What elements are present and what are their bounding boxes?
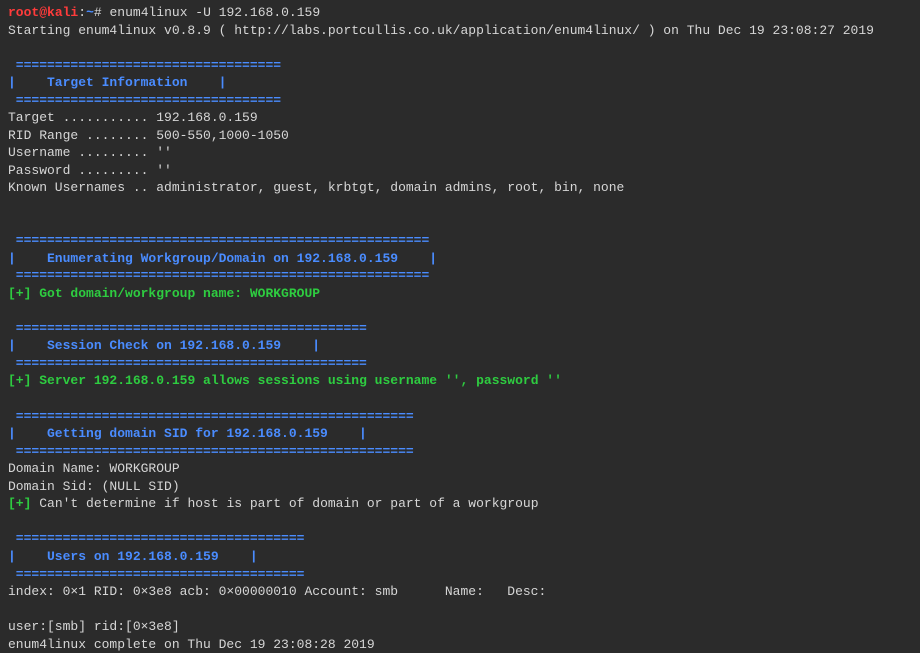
workgroup-result-text: Got domain/workgroup name: WORKGROUP [39, 286, 320, 301]
session-section-title: | Session Check on 192.168.0.159 | [8, 337, 912, 355]
users-border-top: ===================================== [8, 530, 912, 548]
target-border-top: ================================== [8, 57, 912, 75]
users-section-title: | Users on 192.168.0.159 | [8, 548, 912, 566]
prompt-colon: : [78, 5, 86, 20]
workgroup-section-title: | Enumerating Workgroup/Domain on 192.16… [8, 250, 912, 268]
blank-line [8, 390, 912, 408]
blank-line [8, 302, 912, 320]
username-value: Username ......... '' [8, 144, 912, 162]
prompt-user: root [8, 5, 39, 20]
command-text: enum4linux -U 192.168.0.159 [102, 5, 320, 20]
rid-range-value: RID Range ........ 500-550,1000-1050 [8, 127, 912, 145]
session-result-text: Server 192.168.0.159 allows sessions usi… [39, 373, 562, 388]
blank-line [8, 601, 912, 619]
sid-section-title: | Getting domain SID for 192.168.0.159 | [8, 425, 912, 443]
prompt-host: kali [47, 5, 78, 20]
session-border-bottom: ========================================… [8, 355, 912, 373]
sid-border-top: ========================================… [8, 408, 912, 426]
domain-name-value: Domain Name: WORKGROUP [8, 460, 912, 478]
target-section-title: | Target Information | [8, 74, 912, 92]
password-value: Password ......... '' [8, 162, 912, 180]
plus-indicator: [+] [8, 373, 39, 388]
blank-line [8, 39, 912, 57]
known-usernames-value: Known Usernames .. administrator, guest,… [8, 179, 912, 197]
workgroup-result: [+] Got domain/workgroup name: WORKGROUP [8, 285, 912, 303]
sid-result-text: Can't determine if host is part of domai… [39, 496, 538, 511]
prompt-tilde: ~ [86, 5, 94, 20]
start-banner: Starting enum4linux v0.8.9 ( http://labs… [8, 22, 912, 40]
domain-sid-value: Domain Sid: (NULL SID) [8, 478, 912, 496]
prompt-at: @ [39, 5, 47, 20]
complete-banner: enum4linux complete on Thu Dec 19 23:08:… [8, 636, 912, 653]
blank-line [8, 197, 912, 215]
plus-indicator: [+] [8, 496, 39, 511]
prompt-line[interactable]: root@kali:~# enum4linux -U 192.168.0.159 [8, 4, 912, 22]
session-result: [+] Server 192.168.0.159 allows sessions… [8, 372, 912, 390]
session-border-top: ========================================… [8, 320, 912, 338]
target-value: Target ........... 192.168.0.159 [8, 109, 912, 127]
users-border-bottom: ===================================== [8, 566, 912, 584]
blank-line [8, 215, 912, 233]
users-user-line: user:[smb] rid:[0×3e8] [8, 618, 912, 636]
target-border-bottom: ================================== [8, 92, 912, 110]
sid-result: [+] Can't determine if host is part of d… [8, 495, 912, 513]
plus-indicator: [+] [8, 286, 39, 301]
workgroup-border-top: ========================================… [8, 232, 912, 250]
sid-border-bottom: ========================================… [8, 443, 912, 461]
prompt-hash: # [94, 5, 102, 20]
blank-line [8, 513, 912, 531]
workgroup-border-bottom: ========================================… [8, 267, 912, 285]
